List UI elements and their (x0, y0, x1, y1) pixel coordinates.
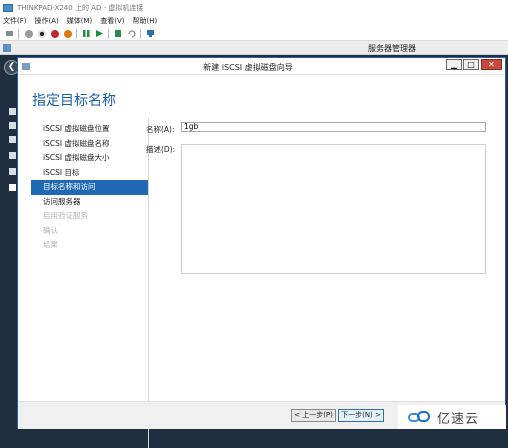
ctrl-alt-del-icon[interactable] (5, 29, 14, 38)
revert-icon[interactable] (127, 29, 136, 38)
all-servers-icon[interactable] (9, 136, 16, 143)
description-input[interactable] (181, 144, 486, 274)
resume-icon[interactable] (95, 29, 104, 38)
step-access-servers[interactable]: 访问服务器 (31, 195, 149, 210)
step-disk-location[interactable]: iSCSI 虚拟磁盘位置 (31, 122, 149, 137)
pause-icon[interactable] (82, 29, 91, 38)
local-server-icon[interactable] (9, 122, 16, 129)
watermark: 亿速云 (398, 405, 506, 429)
menu-action[interactable]: 操作(A) (35, 16, 59, 26)
step-enable-authentication: 启用验证服务 (43, 211, 88, 220)
server-manager-header: 服务器管理器 (0, 41, 508, 55)
watermark-text: 亿速云 (437, 411, 480, 427)
vm-window-title: THINKPAD-X240 上的 AD - 虚拟机连接 (17, 3, 144, 12)
dashboard-icon[interactable] (9, 108, 16, 115)
file-storage-icon[interactable] (9, 184, 16, 191)
shutdown-icon[interactable] (50, 29, 59, 38)
enhanced-session-icon[interactable] (146, 29, 155, 38)
maximize-button[interactable]: □ (463, 59, 479, 70)
menu-view[interactable]: 查看(V) (100, 16, 124, 26)
page-title: 指定目标名称 (32, 93, 116, 109)
toolbar-separator (76, 28, 77, 39)
step-results: 结果 (43, 240, 58, 249)
checkpoint-icon[interactable] (114, 29, 123, 38)
step-disk-name[interactable]: iSCSI 虚拟磁盘名称 (31, 137, 149, 152)
step-disk-size[interactable]: iSCSI 虚拟磁盘大小 (31, 151, 149, 166)
menu-file[interactable]: 文件(F) (3, 16, 27, 26)
server-manager-title: 服务器管理器 (368, 44, 416, 53)
menu-media[interactable]: 媒体(M) (67, 16, 93, 26)
ad-ds-icon[interactable] (9, 152, 16, 159)
steps-divider (148, 118, 149, 448)
turn-off-icon[interactable] (37, 29, 46, 38)
toolbar-separator (18, 28, 19, 39)
new-iscsi-virtual-disk-wizard: 新建 iSCSI 虚拟磁盘向导 ▁ □ ✕ 指定目标名称 iSCSI 虚拟磁盘位… (17, 57, 506, 448)
previous-button[interactable]: < 上一步(P) (291, 409, 336, 422)
wizard-steps: iSCSI 虚拟磁盘位置 iSCSI 虚拟磁盘名称 iSCSI 虚拟磁盘大小 i… (31, 122, 149, 253)
step-confirmation: 确认 (43, 225, 58, 235)
dns-icon[interactable] (9, 168, 16, 175)
menu-help[interactable]: 帮助(H) (133, 16, 158, 26)
next-button[interactable]: 下一步(N) > (338, 409, 384, 422)
step-iscsi-target[interactable]: iSCSI 目标 (31, 166, 149, 181)
minimize-button[interactable]: ▁ (446, 59, 462, 70)
vm-titlebar: THINKPAD-X240 上的 AD - 虚拟机连接 (0, 0, 508, 15)
name-input[interactable]: 1gb (181, 122, 486, 132)
toolbar-separator (140, 28, 141, 39)
start-icon[interactable] (24, 29, 33, 38)
save-state-icon[interactable] (63, 29, 72, 38)
dialog-title: 新建 iSCSI 虚拟磁盘向导 (203, 63, 293, 72)
step-target-name-access[interactable]: 目标名称和访问 (31, 180, 149, 195)
dialog-titlebar: 新建 iSCSI 虚拟磁盘向导 ▁ □ ✕ (18, 58, 505, 75)
server-manager-icon (3, 44, 11, 52)
cloud-logo-icon (408, 410, 432, 424)
vm-toolbar (0, 27, 508, 41)
toolbar-separator (108, 28, 109, 39)
name-label: 名称(A): (146, 125, 175, 134)
description-label: 描述(D): (146, 145, 176, 154)
vm-menubar: 文件(F) 操作(A) 媒体(M) 查看(V) 帮助(H) (0, 15, 508, 27)
close-button[interactable]: ✕ (481, 59, 502, 70)
vm-connection-icon (3, 3, 13, 12)
